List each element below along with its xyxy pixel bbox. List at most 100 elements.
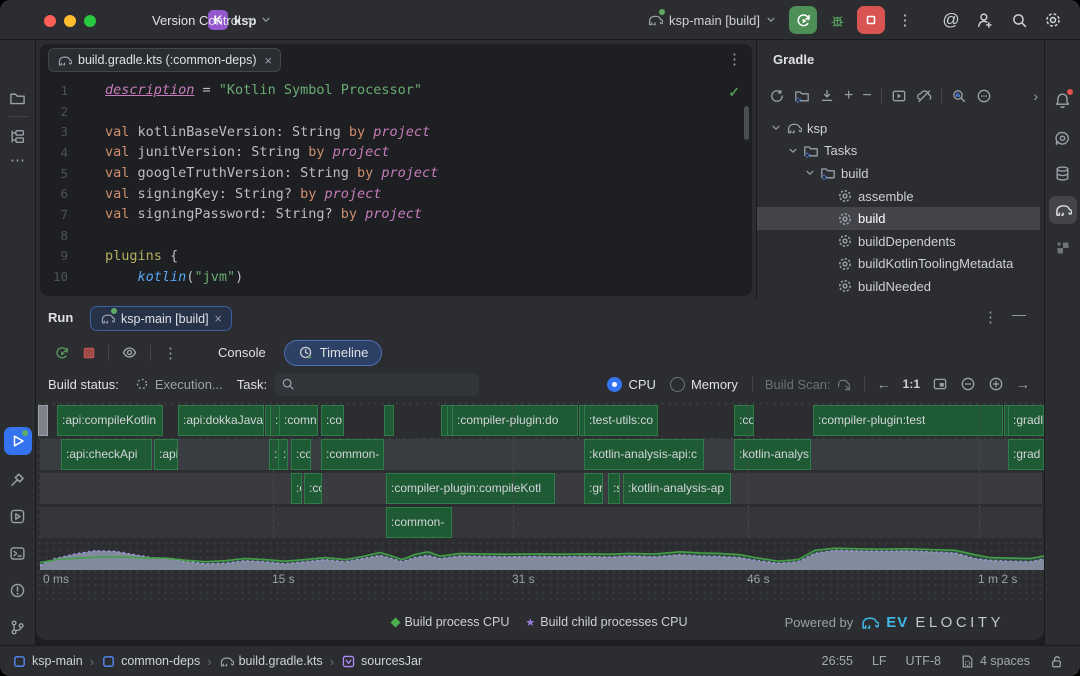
task-bar[interactable]: :co	[291, 439, 311, 470]
breadcrumb-item-common-deps[interactable]: common-deps	[101, 654, 200, 669]
code-line[interactable]: 9plugins {	[40, 246, 752, 267]
breadcrumb-item-sourcesJar[interactable]: sourcesJar	[341, 654, 422, 669]
eye-icon[interactable]	[121, 344, 138, 361]
search-everywhere-button[interactable]	[1002, 3, 1036, 37]
line-separator[interactable]: LF	[872, 654, 887, 668]
run-config-tab[interactable]: ksp-main [build] ×	[90, 306, 232, 331]
pan-right-button[interactable]: →	[1016, 376, 1030, 392]
more-actions-button[interactable]: ⋮	[888, 3, 922, 37]
gradle-tree-item-buildDependents[interactable]: buildDependents	[757, 230, 1040, 253]
code-line[interactable]: 1description = "Kotlin Symbol Processor"	[40, 80, 752, 101]
settings-button[interactable]	[1036, 3, 1070, 37]
ai-chat-tool-button[interactable]	[1049, 124, 1077, 152]
task-bar[interactable]: :co	[321, 405, 344, 436]
run-button[interactable]	[789, 6, 817, 34]
pan-left-button[interactable]: ←	[877, 376, 891, 392]
task-bar[interactable]	[38, 405, 48, 436]
ai-assistant-button[interactable]: @	[934, 3, 968, 37]
execute-task-icon[interactable]	[891, 88, 907, 104]
task-bar[interactable]: :compiler-plugin:test	[813, 405, 1003, 436]
stop-icon[interactable]	[82, 346, 96, 360]
task-bar[interactable]: :api	[154, 439, 178, 470]
minimize-window-button[interactable]	[64, 15, 76, 27]
gradle-tree-item-build[interactable]: build	[757, 207, 1040, 230]
debug-button[interactable]	[820, 3, 854, 37]
zoom-out-icon[interactable]	[960, 376, 976, 392]
code-line[interactable]: 7val signingPassword: String? by project	[40, 204, 752, 225]
notifications-button[interactable]	[1049, 86, 1077, 114]
task-bar[interactable]: :c	[291, 473, 302, 504]
terminal-tool-button[interactable]	[4, 539, 32, 567]
zoom-ratio-label[interactable]: 1:1	[903, 377, 920, 391]
tab-console[interactable]: Console	[218, 345, 266, 360]
gradle-tree-item-assemble[interactable]: assemble	[757, 185, 1040, 208]
file-encoding[interactable]: UTF-8	[906, 654, 941, 668]
breadcrumb-item-build.gradle.kts[interactable]: build.gradle.kts	[219, 654, 323, 669]
cpu-radio-label[interactable]: CPU	[628, 377, 655, 392]
task-bar[interactable]: :gr	[584, 473, 603, 504]
task-bar[interactable]: :compiler-plugin:do	[452, 405, 578, 436]
gradle-tree-item-build[interactable]: build	[757, 162, 1040, 185]
sync-icon[interactable]	[769, 88, 785, 104]
task-search-box[interactable]	[275, 373, 479, 396]
chevron-down-icon[interactable]	[805, 168, 815, 178]
run-tool-button[interactable]	[4, 427, 32, 455]
build-tool-button[interactable]	[4, 465, 32, 493]
chevron-down-icon[interactable]	[771, 123, 781, 133]
maximize-window-button[interactable]	[84, 15, 96, 27]
gradle-tree-item-buildKotlinToolingMetadata[interactable]: buildKotlinToolingMetadata	[757, 253, 1040, 276]
breadcrumb-item-ksp-main[interactable]: ksp-main	[12, 654, 83, 669]
task-bar[interactable]: :test-utils:co	[584, 405, 658, 436]
task-bar[interactable]: :api:compileKotlin	[57, 405, 163, 436]
editor-tab[interactable]: build.gradle.kts (:common-deps) ×	[48, 48, 281, 72]
task-bar[interactable]: :cc	[304, 473, 322, 504]
lock-open-icon[interactable]	[1049, 654, 1064, 669]
task-bar[interactable]: :common-	[321, 439, 384, 470]
code-line[interactable]: 8	[40, 225, 752, 246]
task-bar[interactable]: :comn	[279, 405, 318, 436]
zoom-in-icon[interactable]	[988, 376, 1004, 392]
minimize-panel-button[interactable]: —	[1012, 306, 1026, 322]
task-bar[interactable]	[384, 405, 394, 436]
chevron-down-icon[interactable]	[788, 146, 798, 156]
stop-button[interactable]	[857, 6, 885, 34]
editor-scrollbar[interactable]	[744, 106, 749, 140]
task-bar[interactable]: :api:checkApi	[61, 439, 152, 470]
run-panel-options-button[interactable]: ⋮	[983, 308, 998, 326]
task-bar[interactable]: :api:dokkaJava	[178, 405, 264, 436]
run-configuration-selector[interactable]: ksp-main [build]	[647, 12, 776, 28]
close-tab-icon[interactable]: ×	[215, 312, 222, 326]
rerun-icon[interactable]	[54, 345, 70, 361]
database-tool-button[interactable]	[1049, 159, 1077, 187]
code-line[interactable]: 4val junitVersion: String by project	[40, 142, 752, 163]
caret-position[interactable]: 26:55	[822, 654, 853, 668]
code-line[interactable]: 2	[40, 101, 752, 122]
task-bar[interactable]: :co	[734, 405, 754, 436]
remove-icon[interactable]: −	[862, 87, 871, 105]
download-sources-icon[interactable]	[819, 88, 835, 104]
fit-to-window-icon[interactable]	[932, 376, 948, 392]
gradle-tool-button[interactable]	[1049, 196, 1077, 224]
add-icon[interactable]: +	[844, 87, 853, 105]
indent-setting[interactable]: 4 spaces	[960, 654, 1030, 669]
code-area[interactable]: 1description = "Kotlin Symbol Processor"…	[40, 80, 752, 296]
task-bar[interactable]: :compiler-plugin:compileKotl	[386, 473, 555, 504]
cpu-radio[interactable]	[607, 377, 622, 392]
version-control-tool-button[interactable]	[4, 613, 32, 641]
code-line[interactable]: 3val kotlinBaseVersion: String by projec…	[40, 121, 752, 142]
code-line[interactable]: 10 kotlin("jvm")	[40, 266, 752, 287]
vcs-menu[interactable]: Version Control	[152, 0, 256, 40]
memory-radio[interactable]	[670, 377, 685, 392]
inspections-ok-icon[interactable]: ✓	[728, 84, 740, 101]
task-bar[interactable]: :kotlin-analysis-api:c	[584, 439, 704, 470]
task-bar[interactable]: :kotlin-analys	[734, 439, 811, 470]
code-line[interactable]: 5val googleTruthVersion: String by proje…	[40, 163, 752, 184]
dependencies-tool-button[interactable]	[1049, 234, 1077, 262]
project-tool-button[interactable]	[4, 84, 32, 112]
close-tab-icon[interactable]: ×	[265, 53, 273, 68]
gradle-tree-item-Tasks[interactable]: Tasks	[757, 140, 1040, 163]
chevron-right-icon[interactable]: ›	[1033, 88, 1038, 104]
reload-projects-icon[interactable]	[794, 88, 810, 104]
more-tool-windows-button[interactable]: ⋯	[4, 146, 32, 174]
tab-timeline[interactable]: Timeline	[284, 340, 383, 366]
